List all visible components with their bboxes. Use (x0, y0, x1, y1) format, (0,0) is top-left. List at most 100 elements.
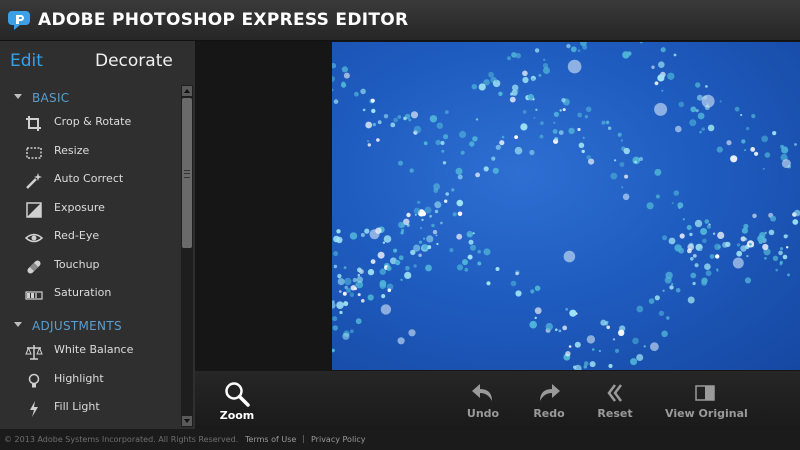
caret-down-icon (14, 322, 22, 327)
water-droplet (478, 83, 486, 91)
tool-crop-rotate[interactable]: Crop & Rotate (0, 111, 180, 137)
bokeh-spot (675, 125, 682, 133)
water-droplet (661, 89, 664, 92)
water-droplets-image (332, 42, 800, 370)
water-droplet (702, 238, 707, 244)
water-droplet (475, 118, 479, 121)
scroll-down-icon[interactable] (182, 416, 192, 426)
footer-separator: | (302, 434, 305, 443)
water-droplet (494, 79, 498, 82)
water-droplet (716, 268, 719, 271)
water-droplet (764, 152, 771, 158)
reset-button[interactable]: Reset (597, 377, 633, 425)
water-droplet (746, 126, 750, 131)
water-droplet (695, 82, 701, 88)
water-droplet (421, 218, 424, 222)
water-droplet (341, 82, 347, 88)
water-droplet (344, 277, 352, 286)
terms-of-use-link[interactable]: Terms of Use (245, 435, 296, 444)
tool-white-balance[interactable]: White Balance (0, 339, 180, 365)
water-droplet (464, 267, 469, 272)
scrollbar-thumb[interactable] (182, 98, 192, 248)
bokeh-spot (397, 337, 405, 345)
water-droplet (588, 158, 595, 165)
water-droplet (444, 199, 448, 203)
section-header-basic[interactable]: BASIC (0, 89, 180, 111)
rewind-icon (607, 384, 622, 402)
tool-fill-light[interactable]: Fill Light (0, 396, 180, 422)
tab-decorate[interactable]: Decorate (95, 51, 173, 71)
tool-label: Red-Eye (54, 229, 100, 242)
water-droplet (630, 358, 638, 366)
water-droplet (349, 329, 354, 334)
water-droplet (792, 219, 799, 225)
zoom-label: Zoom (219, 409, 255, 422)
water-droplet (433, 188, 439, 194)
water-droplet (429, 214, 432, 218)
tool-red-eye[interactable]: Red-Eye (0, 225, 180, 251)
water-droplet (469, 141, 475, 147)
water-droplet (606, 325, 610, 330)
water-droplet (740, 245, 747, 252)
redo-button[interactable]: Redo (531, 377, 567, 425)
tools-sidebar: Edit Decorate BASIC Crop & Rotate Resize (0, 41, 195, 429)
water-droplet (705, 270, 712, 277)
water-droplet (658, 61, 665, 68)
section-header-adjustments[interactable]: ADJUSTMENTS (0, 317, 180, 339)
saturation-icon (25, 291, 43, 300)
tool-label: Auto Correct (54, 172, 124, 185)
privacy-policy-link[interactable]: Privacy Policy (311, 435, 366, 444)
water-droplet (343, 266, 347, 269)
view-original-button[interactable]: View Original (665, 377, 748, 425)
water-droplet (435, 234, 438, 237)
water-droplet (614, 348, 620, 353)
water-droplet (743, 223, 749, 229)
water-droplet (534, 316, 537, 320)
water-droplet (332, 348, 335, 353)
zoom-button[interactable]: Zoom (217, 377, 257, 425)
water-droplet (706, 224, 711, 229)
bokeh-spot (380, 304, 392, 315)
tool-highlight[interactable]: Highlight (0, 368, 180, 394)
water-droplet (376, 138, 380, 142)
water-droplet (622, 51, 630, 59)
tool-resize[interactable]: Resize (0, 140, 180, 166)
water-droplet (770, 215, 777, 222)
water-droplet (534, 307, 542, 315)
water-droplet (414, 213, 417, 216)
tool-auto-correct[interactable]: Auto Correct (0, 168, 180, 194)
tool-touchup[interactable]: Touchup (0, 254, 180, 280)
edited-photo[interactable] (332, 42, 800, 370)
water-droplet (762, 243, 769, 251)
water-droplet (553, 111, 559, 117)
water-droplet (398, 255, 404, 261)
tab-edit[interactable]: Edit (10, 51, 43, 71)
water-droplet (700, 228, 708, 235)
tool-label: Fill Light (54, 400, 100, 413)
water-droplet (535, 108, 538, 111)
tool-saturation[interactable]: Saturation (0, 282, 180, 308)
tool-label: White Balance (54, 343, 134, 356)
water-droplet (509, 96, 516, 103)
tool-exposure[interactable]: Exposure (0, 197, 180, 223)
water-droplet (410, 111, 419, 119)
water-droplet (607, 126, 612, 130)
water-droplet (371, 108, 376, 114)
water-droplet (527, 93, 535, 101)
undo-button[interactable]: Undo (465, 377, 501, 425)
canvas-area[interactable] (195, 41, 800, 371)
water-droplet (668, 237, 676, 245)
water-droplet (332, 316, 338, 322)
water-droplet (736, 250, 743, 257)
water-droplet (468, 239, 474, 245)
water-droplet (492, 167, 499, 174)
scroll-up-icon[interactable] (182, 86, 192, 96)
water-droplet (705, 85, 708, 88)
water-droplet (598, 349, 601, 353)
water-droplet (632, 337, 639, 345)
water-droplet (687, 248, 692, 254)
water-droplet (583, 365, 588, 369)
sidebar-scrollbar[interactable] (181, 85, 193, 427)
water-droplet (786, 246, 789, 249)
water-droplet (574, 341, 581, 348)
